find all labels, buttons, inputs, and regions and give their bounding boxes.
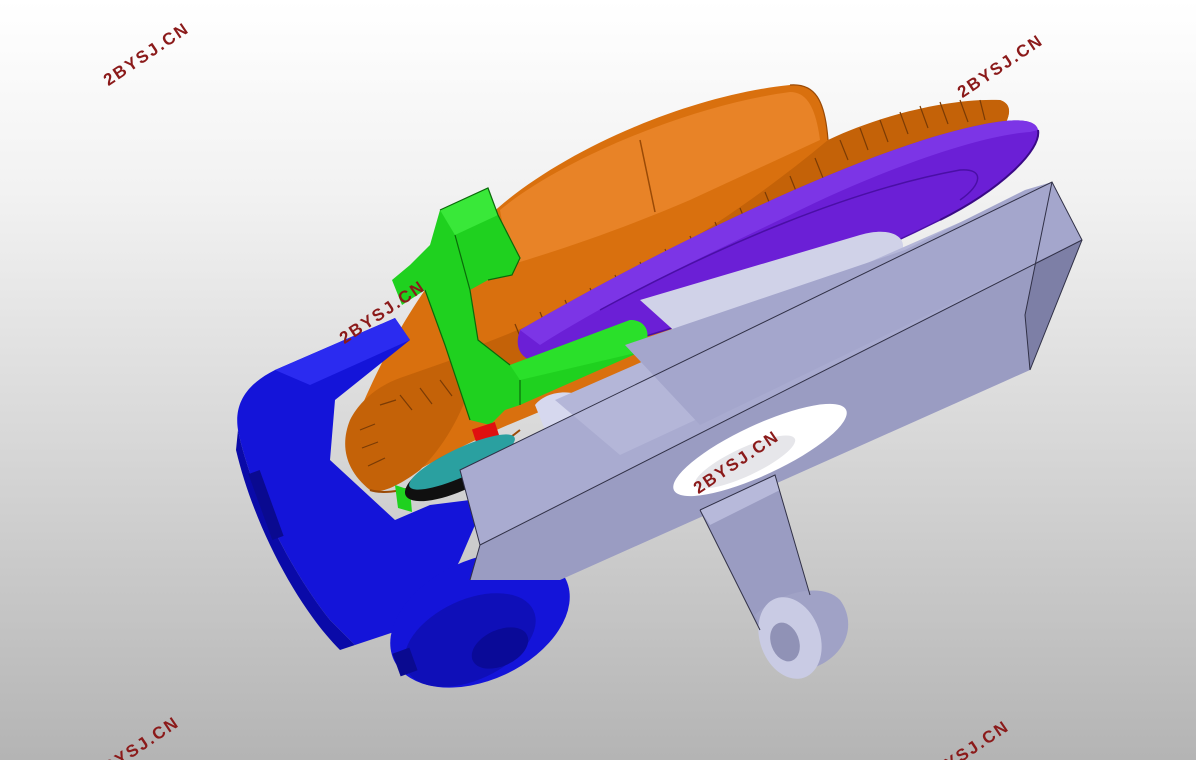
cad-viewport[interactable]: 2BYSJ.CN 2BYSJ.CN 2BYSJ.CN 2BYSJ.CN 2BYS… (0, 0, 1196, 760)
cad-assembly-model (236, 84, 1083, 688)
lever-arm (699, 474, 849, 679)
